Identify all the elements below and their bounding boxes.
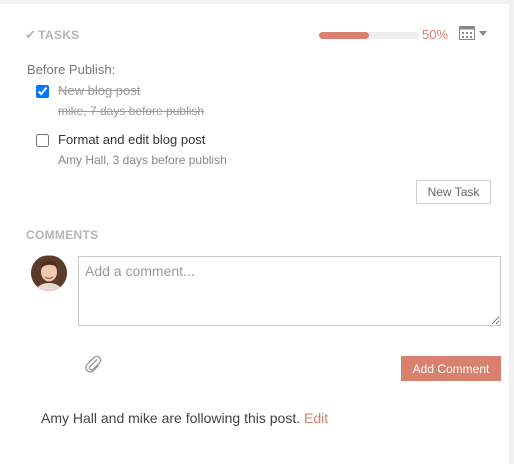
chevron-down-icon — [479, 30, 487, 36]
comment-input[interactable] — [78, 256, 501, 326]
comments-title: COMMENTS — [26, 228, 99, 242]
edit-followers-link[interactable]: Edit — [304, 410, 328, 426]
followers-line: Amy Hall and mike are following this pos… — [41, 410, 328, 426]
progress-fill — [319, 32, 369, 39]
followers-text: Amy Hall and mike are following this pos… — [41, 410, 301, 426]
task-checkbox[interactable] — [36, 134, 49, 147]
check-icon: ✔ — [25, 27, 37, 42]
calendar-dropdown-button[interactable] — [459, 24, 491, 42]
task-checkbox[interactable] — [36, 85, 49, 98]
tasks-title: ✔ TASKS — [25, 27, 79, 43]
tasks-title-text: TASKS — [38, 28, 80, 42]
add-comment-button[interactable]: Add Comment — [401, 356, 501, 381]
task-meta: mike, 7 days before publish — [58, 104, 205, 118]
top-divider — [0, 0, 514, 4]
task-title: New blog post — [58, 83, 141, 98]
avatar-image — [31, 255, 67, 291]
right-edge — [509, 0, 514, 464]
task-group-label: Before Publish: — [27, 62, 116, 77]
task-meta: Amy Hall, 3 days before publish — [58, 153, 227, 167]
task-title: Format and edit blog post — [58, 132, 206, 147]
new-task-button[interactable]: New Task — [416, 180, 491, 204]
calendar-icon — [459, 26, 475, 40]
progress-bar — [319, 32, 419, 39]
paperclip-icon[interactable] — [84, 354, 102, 374]
progress-text: 50% — [422, 27, 449, 42]
avatar — [31, 255, 67, 291]
